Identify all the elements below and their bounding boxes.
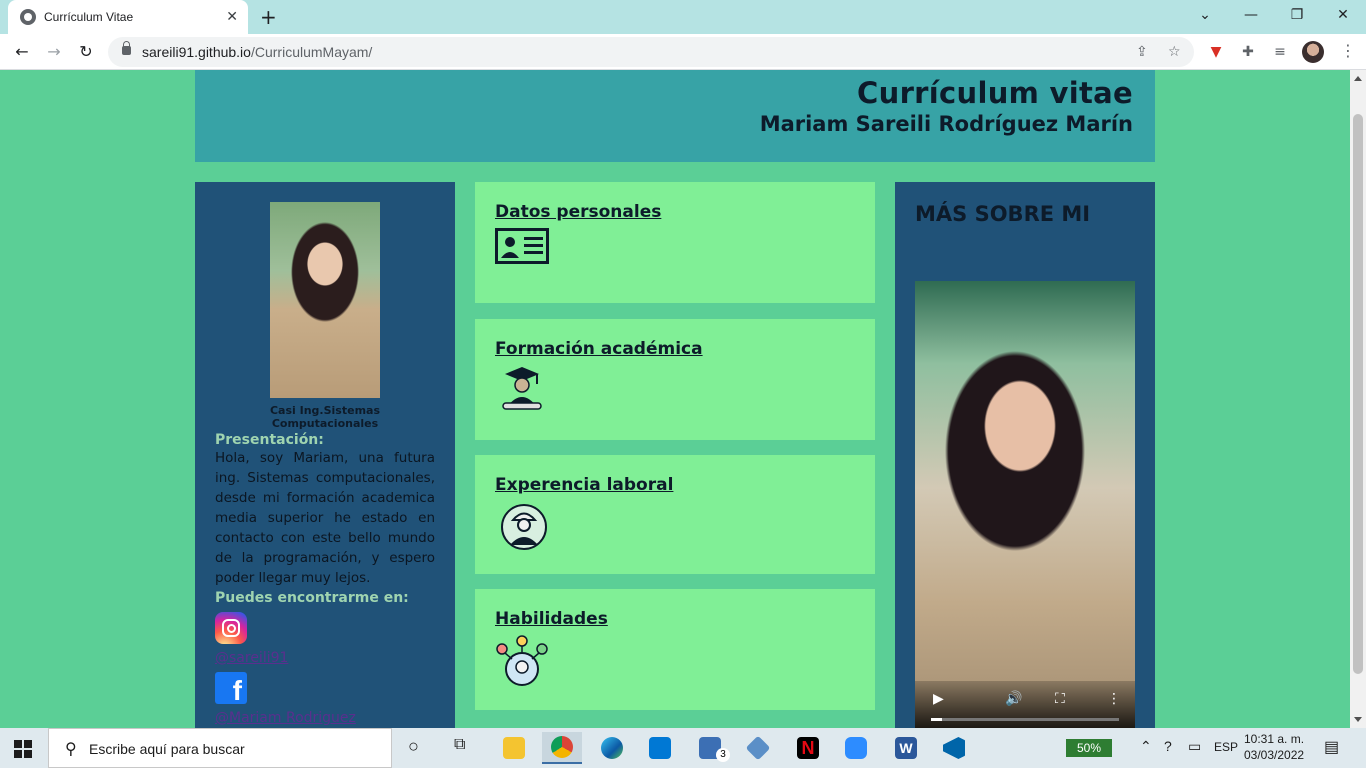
netflix-icon[interactable]: N — [788, 732, 828, 764]
clock-time: 10:31 a. m. — [1244, 732, 1305, 746]
find-me-label: Puedes encontrarme en: — [215, 590, 409, 606]
taskbar-search[interactable]: ⚲ Escribe aquí para buscar — [48, 728, 392, 768]
search-icon: ⚲ — [65, 739, 77, 758]
formacion-academica-link[interactable]: Formación académica — [495, 339, 703, 359]
store-icon[interactable] — [640, 732, 680, 764]
browser-tabstrip: Currículum Vitae ✕ + ⌄ — ❐ ✕ — [0, 0, 1366, 34]
habilidades-link[interactable]: Habilidades — [495, 609, 608, 629]
more-about-panel: MÁS SOBRE MI ▶ 🔊 ⛶ ⋮ — [895, 182, 1155, 728]
profile-panel: Casi Ing.Sistemas Computacionales Presen… — [195, 182, 455, 728]
globe-icon — [20, 9, 36, 25]
video-menu-icon[interactable]: ⋮ — [1107, 691, 1121, 707]
new-tab-button[interactable]: + — [260, 5, 277, 29]
extension-shield-icon[interactable]: ▼ — [1206, 42, 1226, 62]
tray-chevron-icon[interactable]: ⌃ — [1140, 738, 1152, 755]
app-cube-icon[interactable] — [738, 732, 778, 764]
clock[interactable]: 10:31 a. m. 03/03/2022 — [1244, 731, 1304, 763]
back-arrow-icon[interactable]: ← — [10, 40, 34, 64]
datos-personales-link[interactable]: Datos personales — [495, 202, 661, 222]
mail-icon[interactable]: 3 — [690, 732, 730, 764]
experiencia-laboral-link[interactable]: Experencia laboral — [495, 475, 673, 495]
bio-text: Hola, soy Mariam, una futura ing. Sistem… — [215, 450, 435, 586]
battery-icon[interactable]: ▭ — [1188, 738, 1201, 755]
scrollbar-thumb[interactable] — [1353, 114, 1363, 674]
profile-subtitle: Casi Ing.Sistemas Computacionales — [269, 404, 380, 430]
media-queue-icon[interactable]: ≡ — [1270, 42, 1290, 62]
facebook-icon[interactable]: f — [215, 672, 247, 704]
file-explorer-icon[interactable] — [494, 732, 534, 764]
worker-icon[interactable] — [495, 501, 549, 551]
cortana-icon[interactable]: ○ — [408, 736, 419, 757]
clock-date: 03/03/2022 — [1244, 748, 1305, 762]
mail-badge: 3 — [716, 748, 730, 762]
restore-button[interactable]: ❐ — [1274, 0, 1320, 34]
video-controls: ▶ 🔊 ⛶ ⋮ — [915, 681, 1135, 728]
page-header: Currículum vitae Mariam Sareili Rodrígue… — [195, 70, 1155, 162]
extensions-puzzle-icon[interactable]: ✚ — [1238, 42, 1258, 62]
profile-avatar[interactable] — [1302, 41, 1324, 63]
help-icon[interactable]: ? — [1164, 738, 1172, 754]
scroll-down-icon[interactable] — [1354, 717, 1362, 722]
page-scrollbar[interactable] — [1350, 70, 1366, 728]
lock-icon[interactable] — [122, 41, 131, 55]
card-formacion-academica: Formación académica — [475, 319, 875, 440]
close-window-button[interactable]: ✕ — [1320, 0, 1366, 34]
windows-taskbar: ⚲ Escribe aquí para buscar ○ ⧉ 3 N W 50%… — [0, 728, 1366, 768]
play-icon[interactable]: ▶ — [933, 691, 944, 707]
windows-start-icon[interactable] — [14, 740, 32, 758]
tab-title: Currículum Vitae — [44, 10, 134, 24]
scroll-up-icon[interactable] — [1354, 76, 1362, 81]
browser-menu-icon[interactable]: ⋮ — [1340, 41, 1356, 60]
profile-photo — [270, 202, 380, 398]
page-viewport: Currículum vitae Mariam Sareili Rodrígue… — [0, 70, 1350, 728]
browser-toolbar: ← → ↻ sareili91.github.io/CurriculumMaya… — [0, 34, 1366, 70]
id-card-icon[interactable] — [495, 228, 549, 264]
vscode-icon[interactable] — [934, 732, 974, 764]
forward-arrow-icon[interactable]: → — [42, 40, 66, 64]
card-experiencia-laboral: Experencia laboral — [475, 455, 875, 574]
zoom-icon[interactable] — [836, 732, 876, 764]
more-about-title: MÁS SOBRE MI — [915, 202, 1091, 226]
facebook-link[interactable]: @Mariam Rodriguez — [215, 710, 435, 726]
minimize-button[interactable]: — — [1228, 0, 1274, 34]
browser-tab[interactable]: Currículum Vitae ✕ — [8, 0, 248, 34]
bookmark-star-icon[interactable]: ☆ — [1168, 44, 1181, 60]
page-title: Currículum vitae — [857, 76, 1133, 110]
video-player[interactable]: ▶ 🔊 ⛶ ⋮ — [915, 281, 1135, 728]
owner-name: Mariam Sareili Rodríguez Marín — [759, 112, 1133, 136]
card-datos-personales: Datos personales — [475, 182, 875, 303]
tab-search-button[interactable]: ⌄ — [1182, 0, 1228, 34]
task-view-icon[interactable]: ⧉ — [454, 736, 465, 754]
share-icon[interactable]: ⇪ — [1136, 44, 1148, 60]
address-bar[interactable]: sareili91.github.io/CurriculumMayam/ ⇪ ☆ — [108, 37, 1194, 67]
window-controls: ⌄ — ❐ ✕ — [1182, 0, 1366, 34]
presentation-label: Presentación: — [215, 432, 324, 448]
reload-icon[interactable]: ↻ — [74, 40, 98, 64]
volume-icon[interactable]: 🔊 — [1005, 691, 1022, 707]
url-text[interactable]: sareili91.github.io/CurriculumMayam/ — [142, 44, 372, 60]
instagram-icon[interactable] — [215, 612, 247, 644]
graduate-icon[interactable] — [495, 365, 549, 413]
word-icon[interactable]: W — [886, 732, 926, 764]
video-progress-fill — [931, 718, 943, 721]
close-tab-icon[interactable]: ✕ — [226, 9, 238, 25]
edge-icon[interactable] — [592, 732, 632, 764]
card-habilidades: Habilidades — [475, 589, 875, 710]
taskbar-search-placeholder: Escribe aquí para buscar — [89, 741, 245, 757]
notifications-icon[interactable]: ▤ — [1324, 737, 1339, 757]
fullscreen-icon[interactable]: ⛶ — [1055, 691, 1065, 707]
language-indicator[interactable]: ESP — [1214, 740, 1238, 754]
battery-percentage[interactable]: 50% — [1066, 739, 1112, 757]
video-progress-bar[interactable] — [931, 718, 1119, 721]
skills-icon[interactable] — [495, 635, 549, 687]
instagram-link[interactable]: @sareili91 — [215, 650, 435, 666]
chrome-icon[interactable] — [542, 732, 582, 764]
